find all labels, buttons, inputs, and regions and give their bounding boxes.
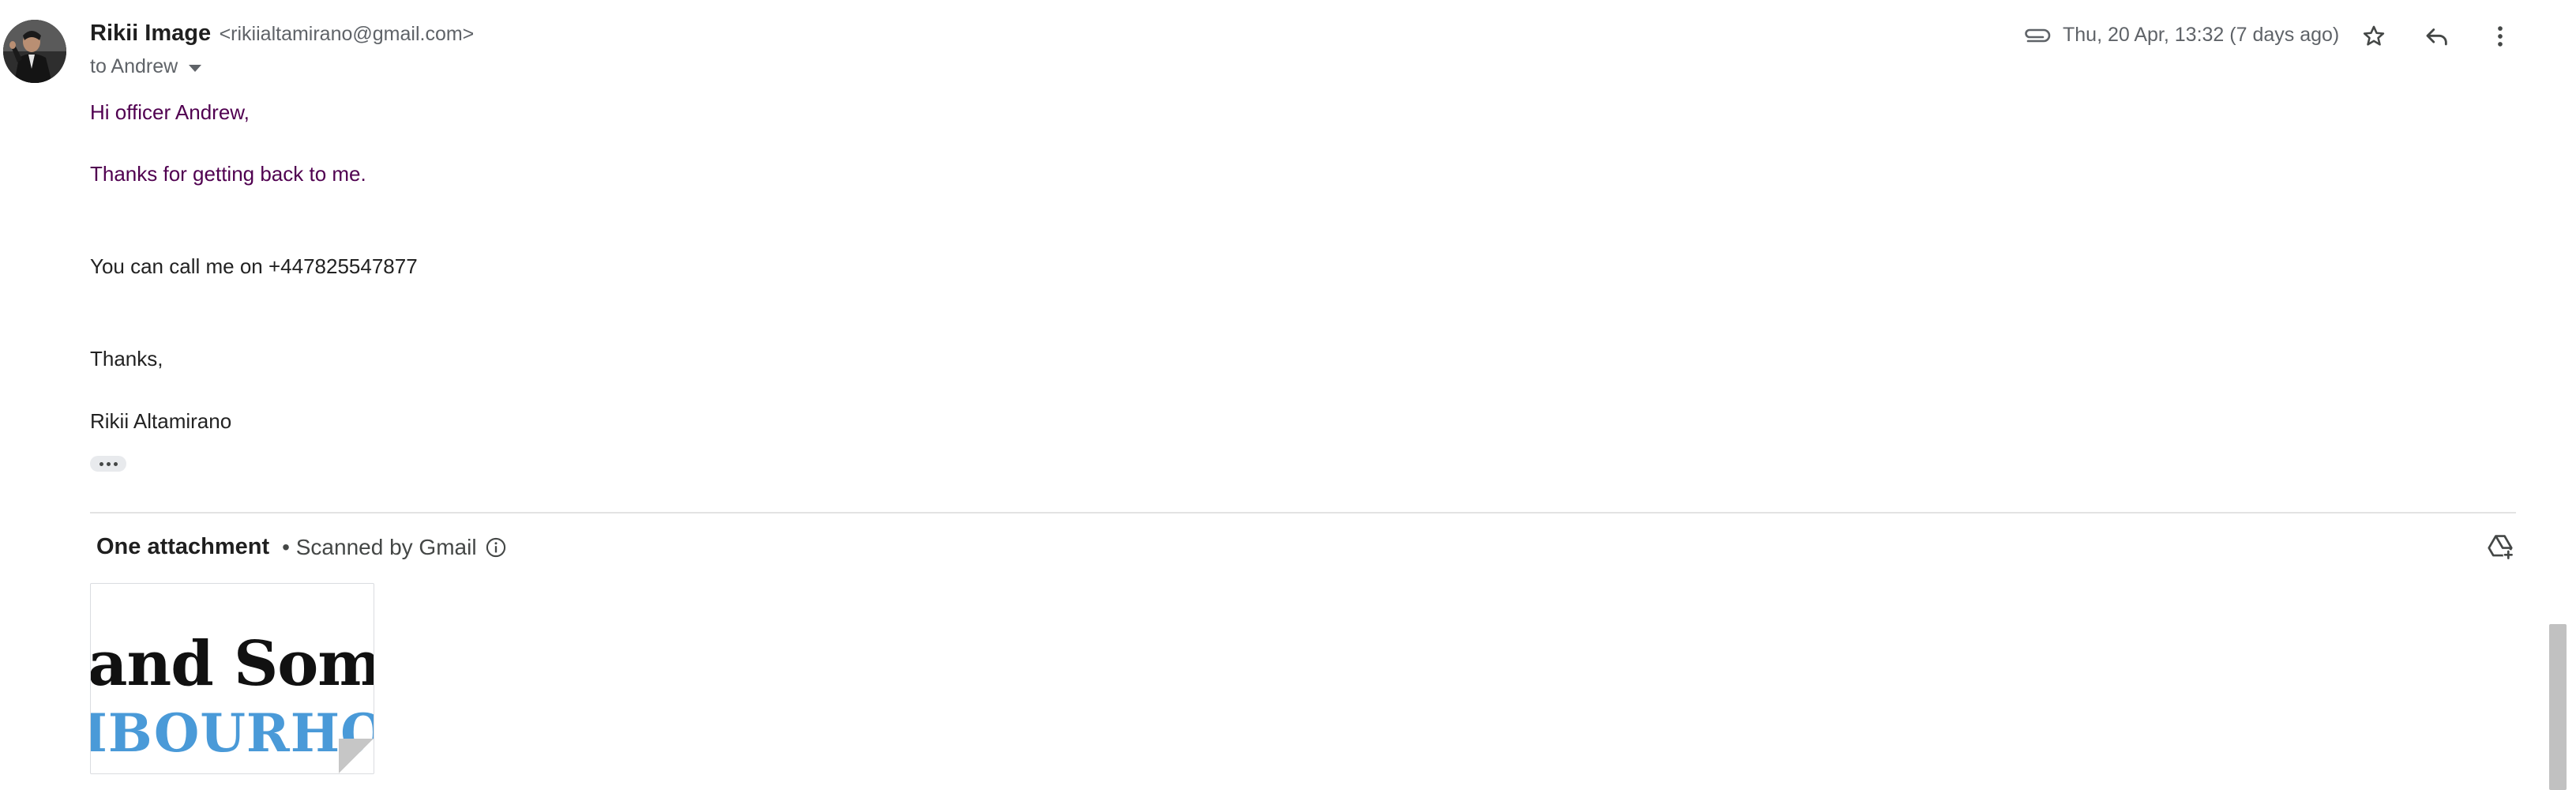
star-button[interactable] — [2355, 17, 2393, 55]
add-to-drive-icon — [2488, 535, 2514, 560]
message-date: Thu, 20 Apr, 13:32 (7 days ago) — [2063, 24, 2340, 46]
quoted-greeting: Hi officer Andrew, — [90, 100, 250, 124]
quoted-thanks: Thanks for getting back to me. — [90, 162, 366, 186]
dot — [113, 461, 118, 466]
info-icon[interactable] — [485, 536, 507, 559]
avatar-photo — [3, 20, 66, 83]
attachment-thumbnail[interactable]: and Some IBOURHOOD — [90, 583, 374, 774]
sender-name[interactable]: Rikii Image — [90, 21, 211, 46]
paperclip-icon — [2025, 28, 2051, 42]
page-fold-corner — [339, 739, 374, 773]
sender-avatar[interactable] — [3, 20, 66, 83]
show-trimmed-content-button[interactable] — [90, 456, 126, 472]
scanned-label: • Scanned by Gmail — [282, 534, 477, 559]
more-vert-icon — [2498, 26, 2503, 47]
message-meta: Thu, 20 Apr, 13:32 (7 days ago) — [2022, 24, 2339, 47]
reply-icon — [2426, 28, 2447, 46]
thumbnail-text-line1: and Some — [90, 628, 374, 700]
sender-email: <rikiialtamirano@gmail.com> — [219, 23, 475, 45]
thumbnail-text-line2: IBOURHOOD — [90, 702, 374, 764]
phone-line: You can call me on +447825547877 — [90, 254, 418, 278]
reply-button[interactable] — [2418, 17, 2456, 55]
attachments-divider — [90, 512, 2516, 514]
recipient-details-toggle[interactable]: to Andrew — [90, 55, 202, 78]
dot — [99, 461, 103, 466]
attachments-title: One attachment — [96, 534, 270, 559]
recipient-label: to Andrew — [90, 55, 178, 77]
signoff: Thanks, — [90, 347, 163, 371]
signature: Rikii Altamirano — [90, 409, 232, 433]
attachments-header: One attachment • Scanned by Gmail — [96, 534, 507, 560]
star-icon — [2363, 25, 2385, 46]
scrollbar-thumb[interactable] — [2549, 624, 2567, 790]
add-to-drive-button[interactable] — [2481, 528, 2519, 566]
sender-line: Rikii Image <rikiialtamirano@gmail.com> — [90, 21, 474, 47]
chevron-down-icon[interactable] — [189, 64, 202, 72]
dot — [106, 461, 111, 466]
more-options-button[interactable] — [2481, 17, 2519, 55]
